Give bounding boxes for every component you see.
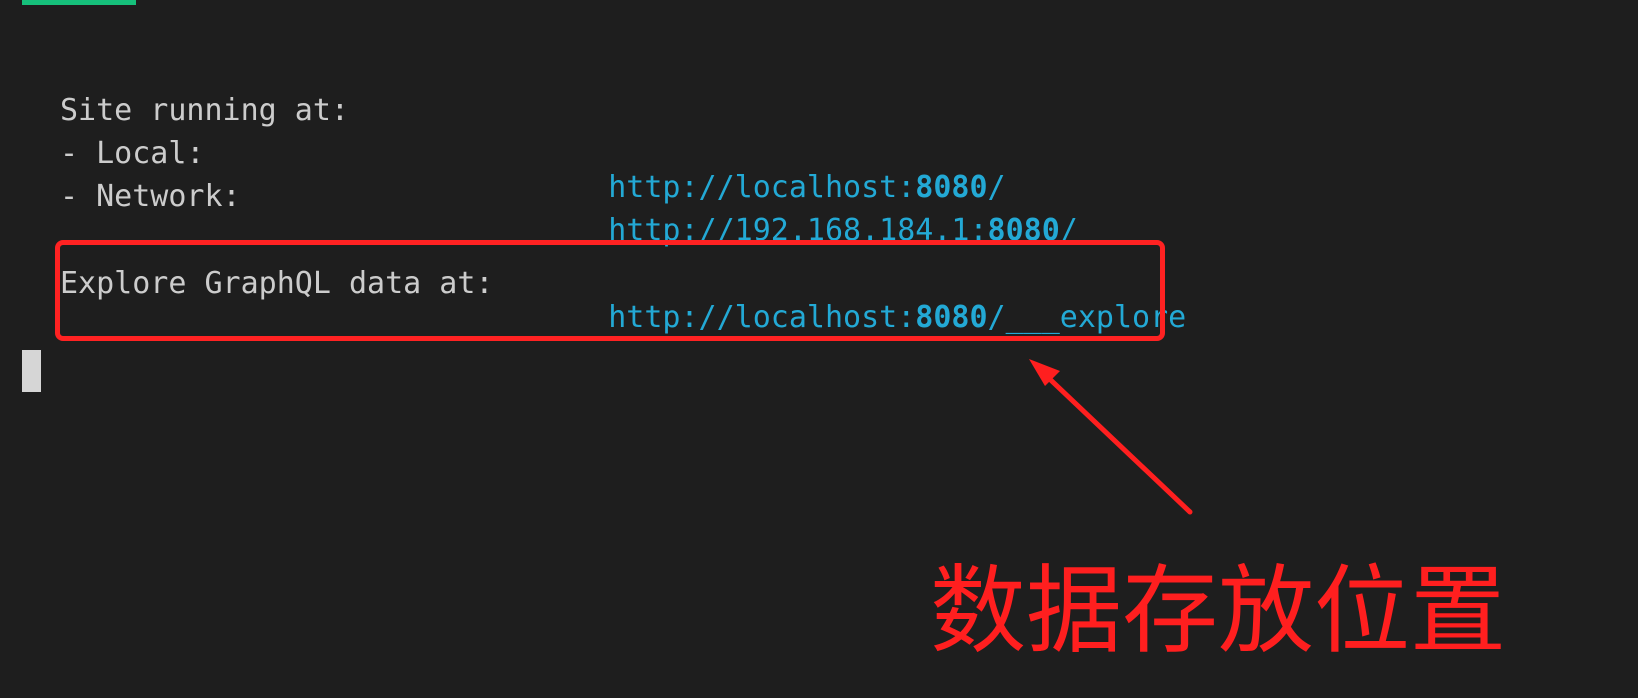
annotation-label: 数据存放位置: [930, 555, 1506, 667]
local-label: - Local:: [60, 136, 205, 171]
terminal-cursor-icon: [22, 350, 41, 392]
network-label: - Network:: [60, 179, 241, 214]
site-running-label: Site running at:: [60, 93, 349, 128]
annotation-arrow-line: [1034, 364, 1193, 515]
terminal-output: Site running at: - Local: http://localho…: [0, 0, 1638, 698]
graphql-highlight-box: [55, 240, 1165, 341]
top-accent-bar: [22, 0, 136, 5]
